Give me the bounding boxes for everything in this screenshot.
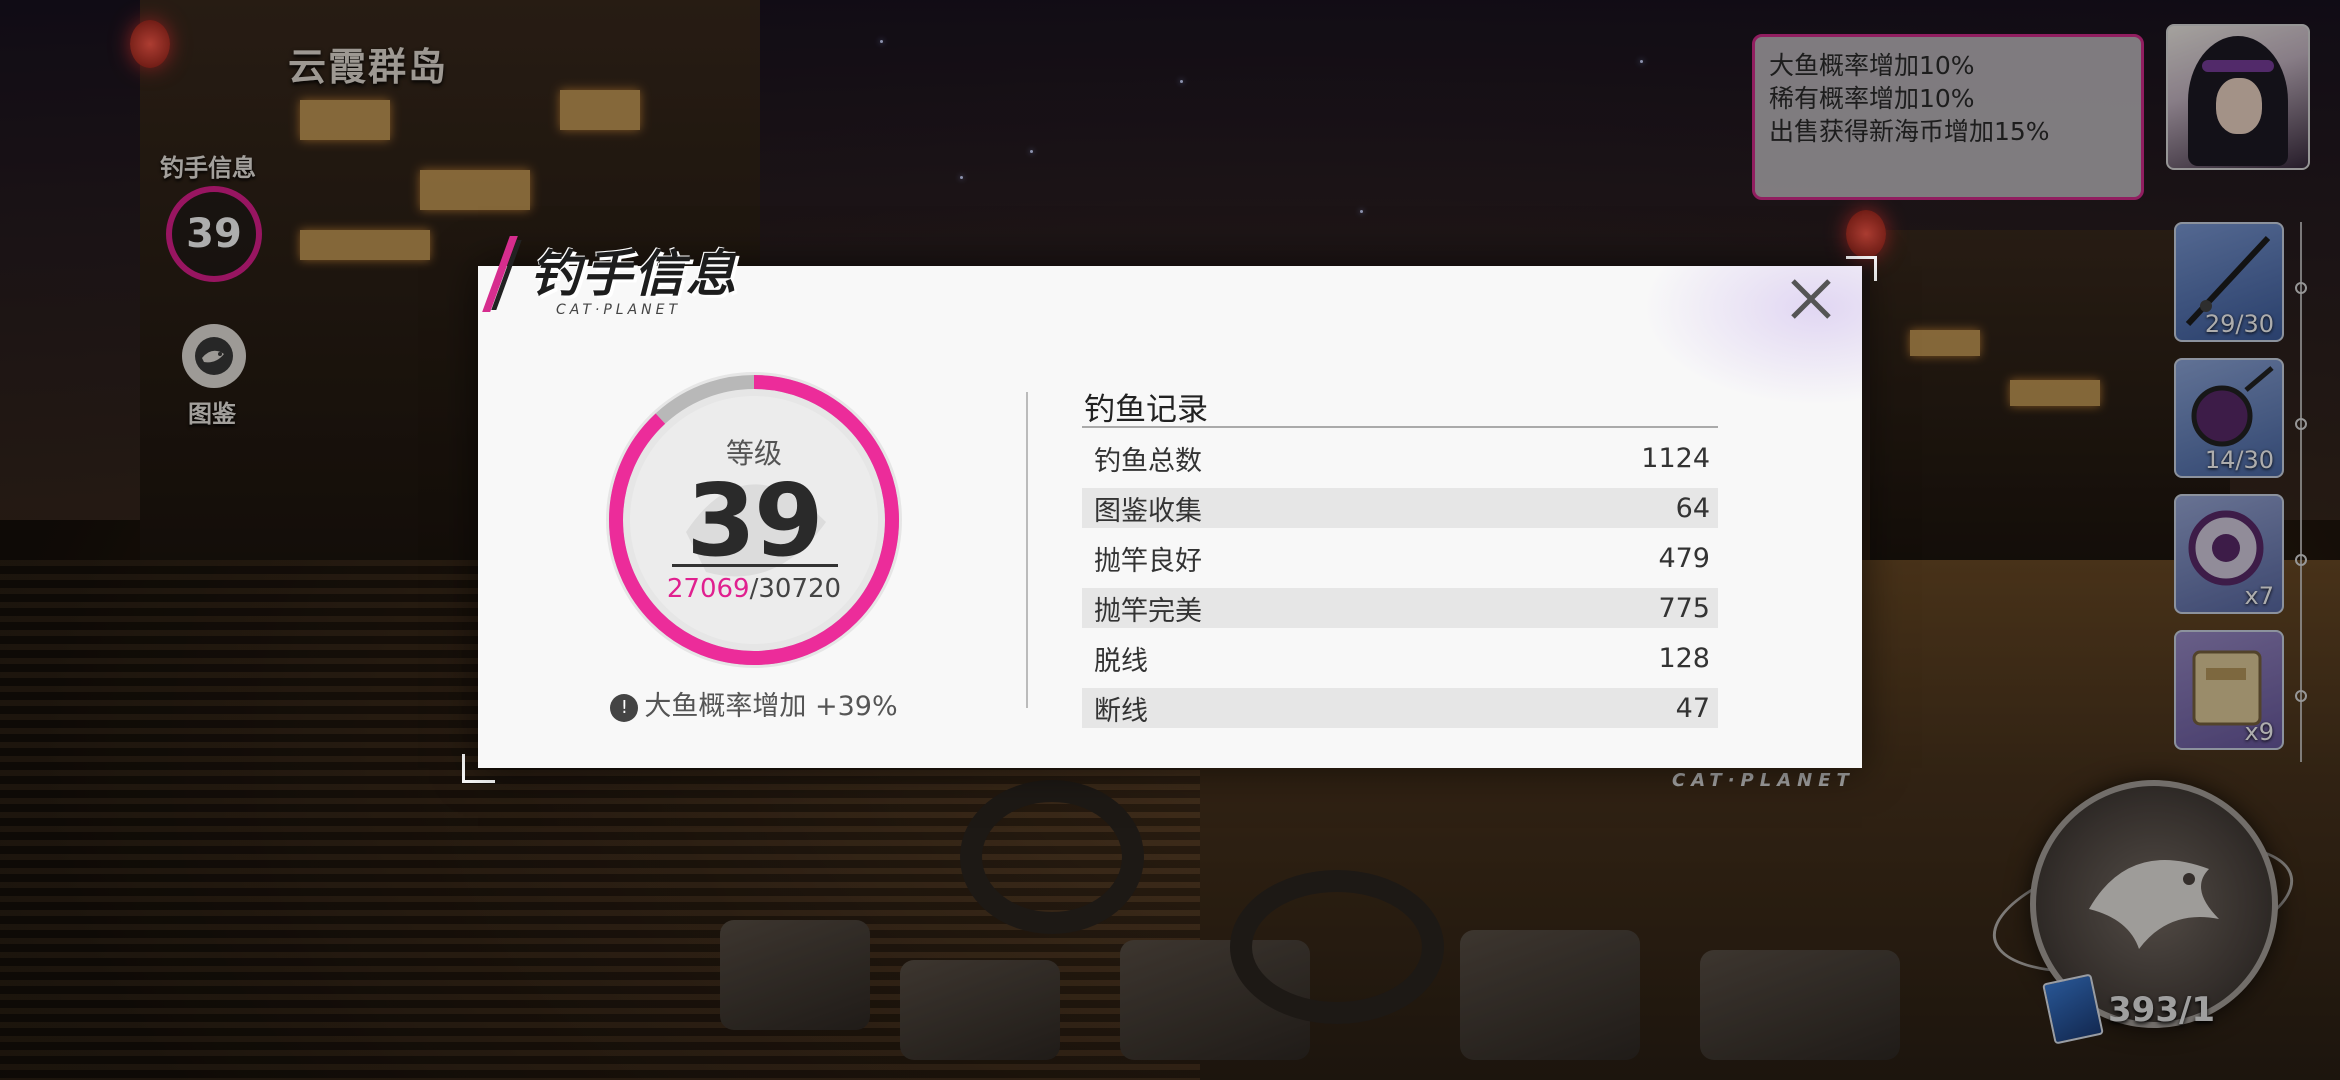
record-label: 图鉴收集 (1094, 495, 1202, 527)
records-title: 钓鱼记录 (1084, 392, 1208, 428)
xp-current: 27069 (666, 574, 750, 604)
modal-subtitle: CAT·PLANET (556, 302, 682, 318)
record-row: 钓鱼总数 1124 (1082, 438, 1718, 478)
record-label: 抛竿完美 (1094, 595, 1202, 627)
record-value: 128 (1658, 642, 1710, 674)
modal-title: 钓手信息 (530, 245, 738, 303)
record-row: 断线 47 (1082, 688, 1718, 728)
close-icon (1791, 279, 1831, 319)
record-row: 脱线 128 (1082, 638, 1718, 678)
record-label: 脱线 (1094, 645, 1148, 677)
bonus-text: 大鱼概率增加 +39% (644, 691, 898, 722)
record-row: 图鉴收集 64 (1082, 488, 1718, 528)
record-value: 1124 (1641, 442, 1710, 474)
modal-divider (1026, 392, 1028, 708)
record-value: 64 (1675, 492, 1710, 524)
level-value: 39 (686, 462, 823, 579)
record-row: 抛竿完美 775 (1082, 588, 1718, 628)
xp-readout: 27069/30720 (606, 574, 902, 604)
xp-max: 30720 (758, 574, 842, 604)
level-underline (672, 564, 838, 567)
record-label: 抛竿良好 (1094, 545, 1202, 577)
record-row: 抛竿良好 479 (1082, 538, 1718, 578)
record-value: 775 (1658, 592, 1710, 624)
record-label: 断线 (1094, 695, 1148, 727)
records-underline (1082, 426, 1718, 428)
record-label: 钓鱼总数 (1094, 445, 1202, 477)
record-value: 479 (1658, 542, 1710, 574)
record-value: 47 (1675, 692, 1710, 724)
big-fish-bonus: ! 大鱼概率增加 +39% (606, 684, 902, 723)
fish-alert-icon: ! (610, 693, 639, 722)
close-button[interactable] (1782, 270, 1840, 328)
